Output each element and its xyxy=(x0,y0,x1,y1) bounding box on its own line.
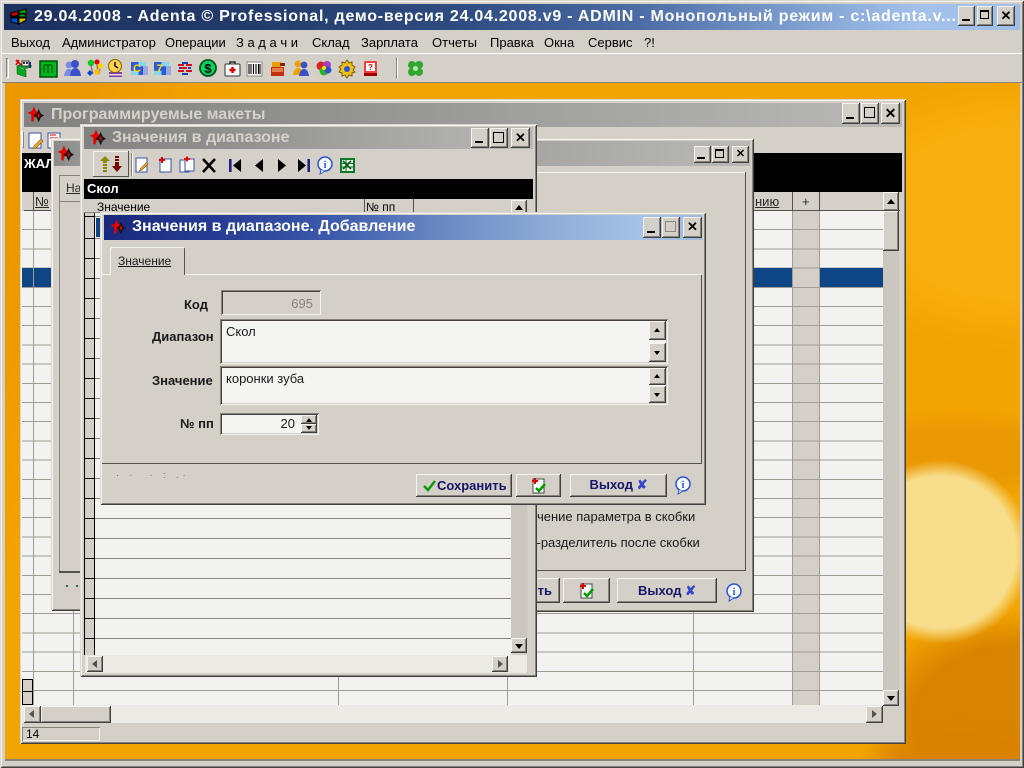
svg-text:?: ? xyxy=(368,63,373,72)
svg-text:C: C xyxy=(133,63,141,75)
svg-text:i: i xyxy=(733,587,736,598)
svg-text:$: $ xyxy=(205,61,213,76)
svg-text:7: 7 xyxy=(157,63,163,75)
svg-text:i: i xyxy=(324,160,327,171)
svg-text:i: i xyxy=(682,480,685,491)
